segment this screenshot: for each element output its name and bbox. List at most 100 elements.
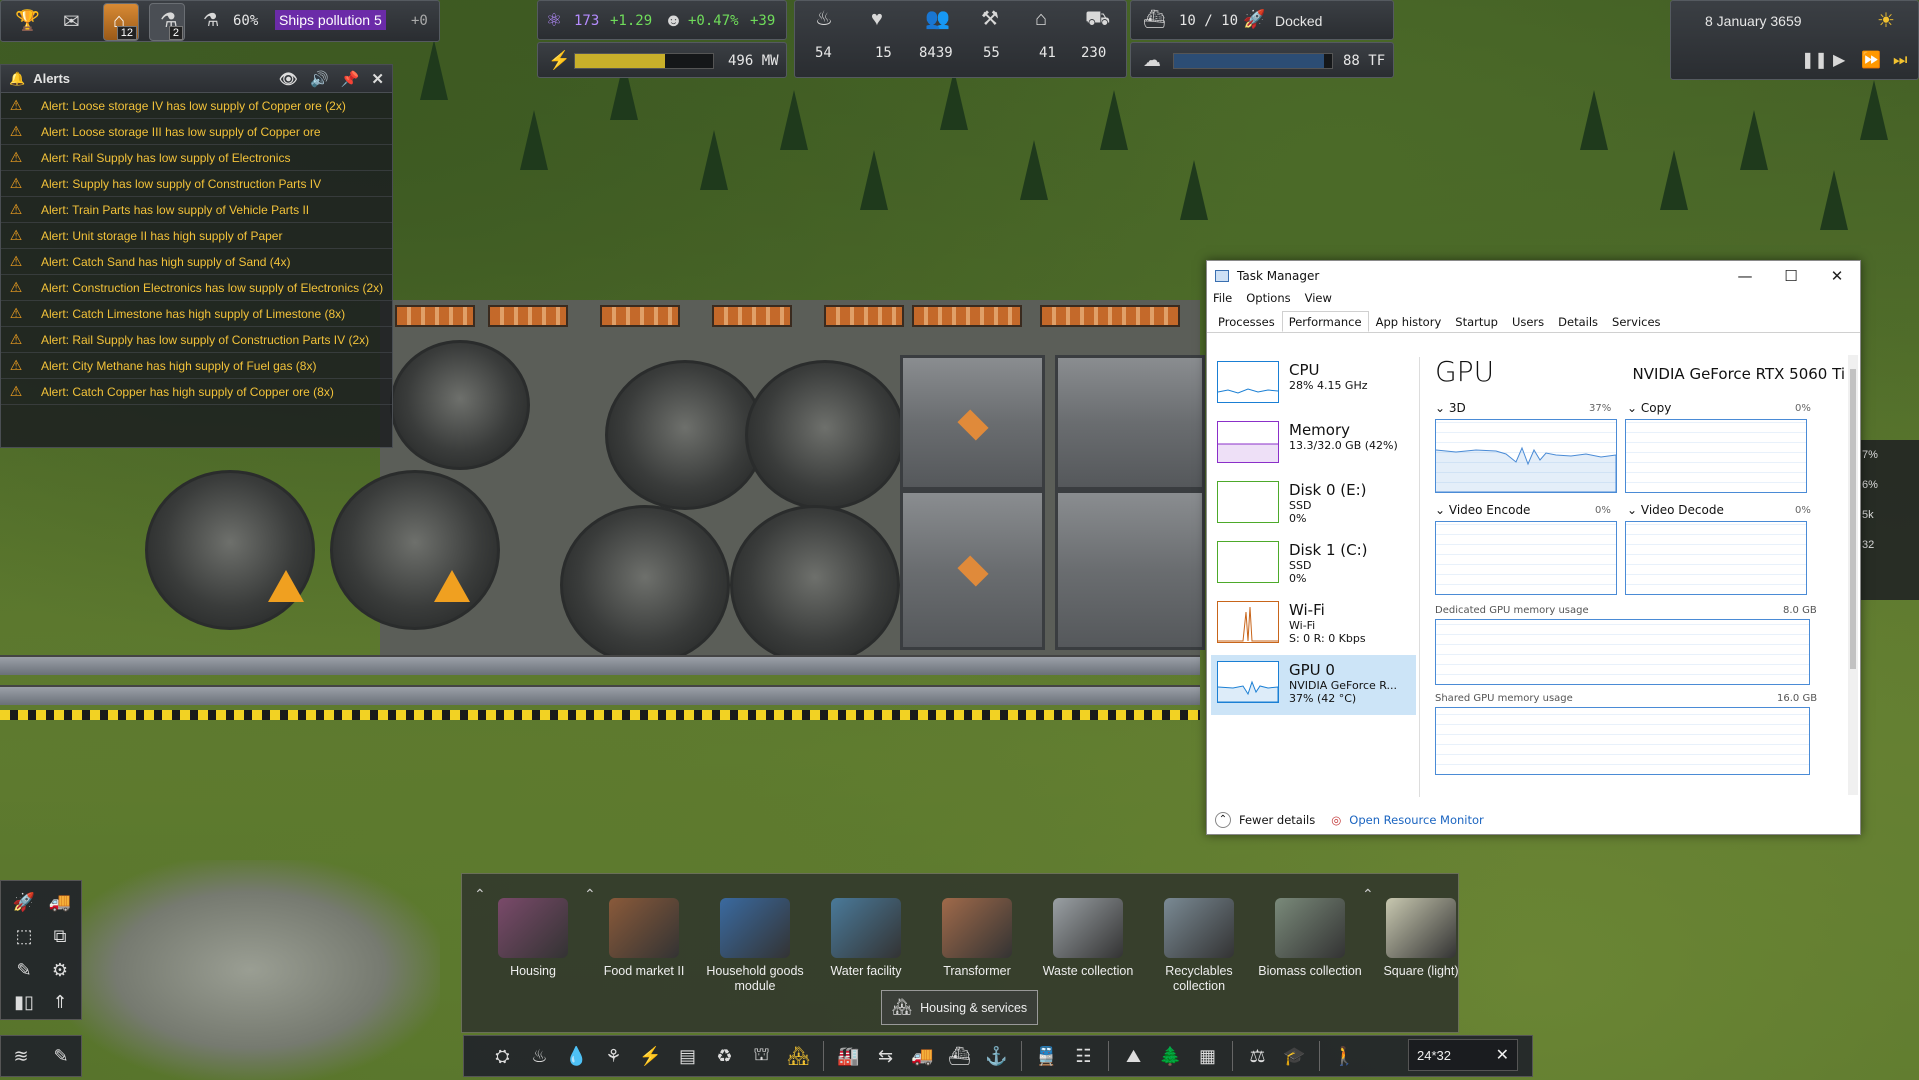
balance-icon[interactable]: ⚖	[1239, 1046, 1276, 1067]
resource-item[interactable]: CPU 28% 4.15 GHz	[1211, 355, 1416, 415]
alert-item[interactable]: ⚠ Alert: Loose storage IV has low supply …	[1, 93, 392, 119]
stats-tool-icon[interactable]: ▮▯	[9, 987, 39, 1017]
fire-icon[interactable]: ♨	[521, 1046, 558, 1067]
eyedropper-icon[interactable]: ✎	[9, 955, 39, 985]
recipe-tool-icon[interactable]: ⚙	[45, 955, 75, 985]
alert-item[interactable]: ⚠ Alert: Catch Copper has high supply of …	[1, 379, 392, 405]
engine-copy-label[interactable]: ⌄ Copy	[1627, 401, 1671, 415]
storage-tank[interactable]	[560, 505, 730, 665]
maximize-icon[interactable]: ☐	[1768, 267, 1814, 285]
grid-size-field[interactable]: 24*32 ✕	[1408, 1039, 1518, 1071]
tab-services[interactable]: Services	[1605, 311, 1668, 332]
category-tab-housing-services[interactable]: 🏘 Housing & services	[881, 990, 1038, 1025]
storage-tank[interactable]	[390, 340, 530, 470]
upgrade-tool-icon[interactable]: ⇑	[45, 987, 75, 1017]
close-icon[interactable]: ✕	[371, 70, 384, 88]
tab-performance[interactable]: Performance	[1281, 311, 1369, 332]
storage-tank[interactable]	[330, 470, 500, 630]
farm-icon[interactable]: ⚘	[595, 1046, 632, 1067]
warehouse[interactable]	[900, 490, 1045, 650]
storage-tank[interactable]	[605, 360, 765, 510]
tab-details[interactable]: Details	[1551, 311, 1605, 332]
warning-icon[interactable]	[268, 570, 304, 602]
pattern-icon[interactable]: ▦	[1189, 1046, 1226, 1067]
engine-encode-label[interactable]: ⌄ Video Encode	[1435, 503, 1530, 517]
copy-tool-icon[interactable]: ⧉	[45, 921, 75, 951]
dock-icon[interactable]: ⚓	[978, 1046, 1015, 1067]
trees-icon[interactable]: 🌲	[1152, 1046, 1189, 1067]
build-item[interactable]: Housing	[478, 884, 588, 1004]
education-icon[interactable]: 🎓	[1276, 1046, 1313, 1067]
truck-icon[interactable]: 🚚	[904, 1046, 941, 1067]
electric-icon[interactable]: ⚡	[632, 1046, 669, 1067]
eye-icon[interactable]: 👁	[279, 70, 298, 88]
alert-item[interactable]: ⚠ Alert: Supply has low supply of Constru…	[1, 171, 392, 197]
pollution-label[interactable]: Ships pollution 5	[275, 10, 386, 30]
build-item[interactable]: Household goods module	[700, 884, 810, 1004]
resource-item[interactable]: GPU 0 NVIDIA GeForce R... 37% (42 °C)	[1211, 655, 1416, 715]
menu-file[interactable]: File	[1213, 291, 1232, 311]
build-item[interactable]: Recyclables collection	[1144, 884, 1254, 1004]
tab-startup[interactable]: Startup	[1448, 311, 1505, 332]
alert-item[interactable]: ⚠ Alert: Catch Sand has high supply of Sa…	[1, 249, 392, 275]
warehouse[interactable]	[1055, 490, 1205, 650]
select-tool-icon[interactable]: ⬚	[9, 921, 39, 951]
housing-services-icon[interactable]: 🏘	[780, 1046, 817, 1067]
ship-tool-icon[interactable]: ⛴	[941, 1046, 978, 1067]
build-item[interactable]: Food market II	[589, 884, 699, 1004]
warehouse[interactable]	[900, 355, 1045, 490]
resource-item[interactable]: Memory 13.3/32.0 GB (42%)	[1211, 415, 1416, 475]
terrain-icon[interactable]: ⛰	[1115, 1046, 1152, 1067]
alert-item[interactable]: ⚠ Alert: Unit storage II has high supply …	[1, 223, 392, 249]
tab-app-history[interactable]: App history	[1369, 311, 1449, 332]
alert-item[interactable]: ⚠ Alert: Construction Electronics has low…	[1, 275, 392, 301]
storage-tank[interactable]	[145, 470, 315, 630]
resource-item[interactable]: Wi-Fi Wi-Fi S: 0 R: 0 Kbps	[1211, 595, 1416, 655]
layers-icon[interactable]: ≋	[13, 1046, 28, 1067]
pedestrian-icon[interactable]: 🚶	[1326, 1046, 1363, 1067]
tab-users[interactable]: Users	[1505, 311, 1551, 332]
lamp-icon[interactable]: ⛭	[484, 1046, 521, 1067]
pause-icon[interactable]: ❚❚	[1801, 53, 1828, 69]
fewer-details-link[interactable]: Fewer details	[1239, 813, 1315, 827]
warehouse[interactable]	[1055, 355, 1205, 490]
fastest-forward-icon[interactable]: ⏭	[1893, 53, 1907, 69]
train-icon[interactable]: 🚆	[1028, 1046, 1065, 1067]
build-item[interactable]: Biomass collection	[1255, 884, 1365, 1004]
open-resource-monitor-link[interactable]: Open Resource Monitor	[1349, 813, 1483, 827]
storage-tank[interactable]	[745, 360, 905, 510]
trophy-icon[interactable]: 🏆	[15, 11, 40, 31]
close-icon[interactable]: ✕	[1814, 267, 1860, 285]
alert-item[interactable]: ⚠ Alert: Rail Supply has low supply of El…	[1, 145, 392, 171]
tm-scroll-thumb[interactable]	[1850, 369, 1856, 669]
alert-item[interactable]: ⚠ Alert: Train Parts has low supply of Ve…	[1, 197, 392, 223]
speaker-icon[interactable]: 🔊	[310, 70, 329, 88]
waste-icon[interactable]: ♻	[706, 1046, 743, 1067]
build-item[interactable]: Square (light)	[1366, 884, 1476, 1004]
play-icon[interactable]: ▶	[1833, 53, 1845, 69]
alert-item[interactable]: ⚠ Alert: City Methane has high supply of …	[1, 353, 392, 379]
menu-options[interactable]: Options	[1246, 291, 1290, 311]
conveyor-icon[interactable]: ⇆	[867, 1046, 904, 1067]
resource-item[interactable]: Disk 1 (C:) SSD 0%	[1211, 535, 1416, 595]
engine-decode-label[interactable]: ⌄ Video Decode	[1627, 503, 1724, 517]
resource-item[interactable]: Disk 0 (E:) SSD 0%	[1211, 475, 1416, 535]
tm-titlebar[interactable]: Task Manager — ☐ ✕	[1207, 261, 1860, 291]
research-button[interactable]: ⚗ 2	[149, 3, 185, 41]
close-icon[interactable]: ✕	[1496, 1045, 1509, 1065]
fast-forward-icon[interactable]: ⏩	[1861, 53, 1881, 69]
rail-icon[interactable]: ☷	[1065, 1046, 1102, 1067]
research-icon[interactable]: ⛫	[743, 1044, 780, 1068]
factory-icon[interactable]: 🏭	[830, 1046, 867, 1067]
storage-tank[interactable]	[730, 505, 900, 665]
storage-icon[interactable]: ▤	[669, 1046, 706, 1067]
tm-scrollbar[interactable]	[1848, 355, 1858, 795]
build-item[interactable]: Transformer	[922, 884, 1032, 1004]
minimize-icon[interactable]: —	[1722, 267, 1768, 285]
pin-icon[interactable]: 📌	[341, 70, 360, 88]
engine-3d-label[interactable]: ⌄ 3D	[1435, 401, 1466, 415]
notifications-button[interactable]: ⌂ 12	[103, 3, 139, 41]
build-item[interactable]: Water facility	[811, 884, 921, 1004]
chevron-up-icon[interactable]: ⌃	[1215, 812, 1231, 828]
rocket-tool-icon[interactable]: 🚀	[9, 887, 39, 917]
